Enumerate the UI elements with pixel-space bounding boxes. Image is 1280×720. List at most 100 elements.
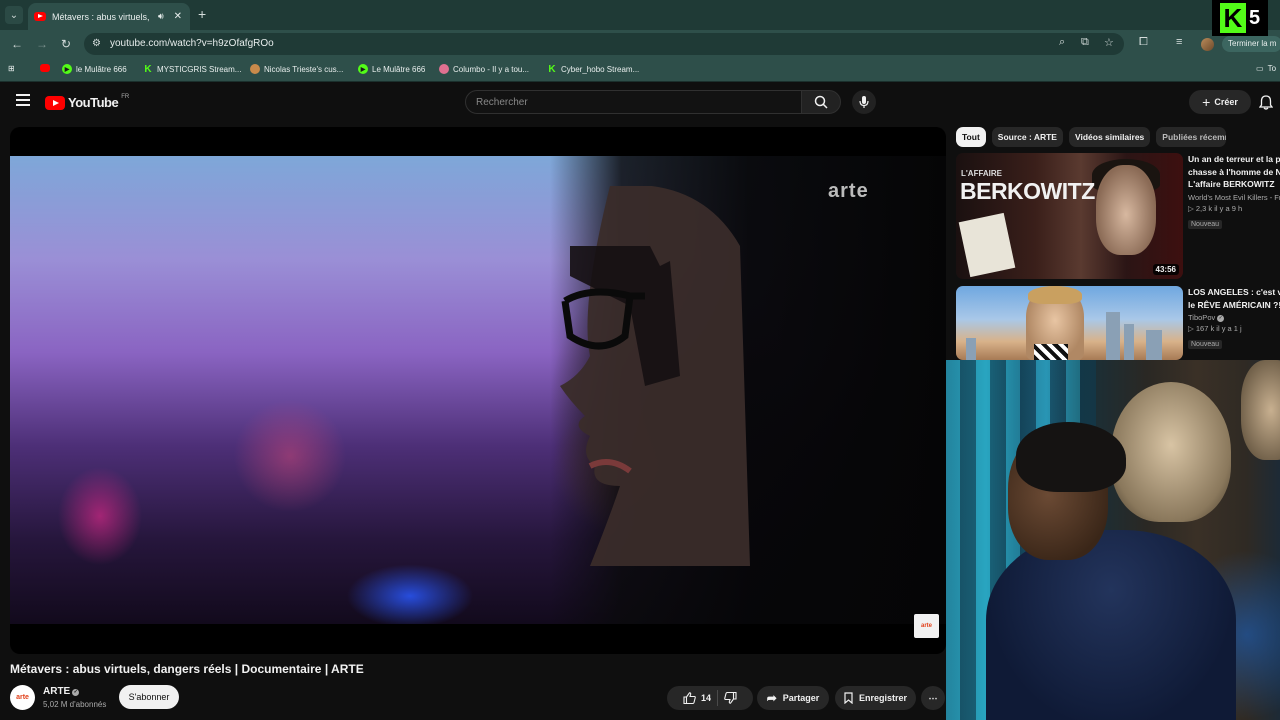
tab-search-button[interactable]: ⌄: [5, 6, 23, 24]
bookmark-mysticgris[interactable]: K MYSTICGRIS Stream...: [143, 63, 241, 75]
clapperboard-icon: [1034, 344, 1068, 360]
channel-name[interactable]: World's Most Evil Killers - Fr: [1188, 193, 1280, 202]
bookmark-site-icon: [439, 64, 449, 74]
save-button[interactable]: Enregistrer: [835, 686, 916, 710]
bookmark-star-icon[interactable]: ☆: [1104, 36, 1114, 49]
profile-action-button[interactable]: Terminer la m: [1222, 36, 1280, 52]
plus-icon: +: [1202, 94, 1211, 110]
share-arrow-icon: ➦: [766, 691, 777, 705]
video-meta: ▷ 167 k il y a 1 j: [1188, 324, 1242, 333]
video-info: LOS ANGELES : c'est vra le RÊVE AMÉRICAI…: [1188, 286, 1280, 351]
video-meta: ▷ 2,3 k il y a 9 h: [1188, 203, 1243, 213]
like-dislike-group: 14: [667, 686, 753, 710]
tab-close-button[interactable]: ✕: [174, 11, 182, 22]
kick-icon: K: [548, 63, 556, 75]
stream-overlay-badge: K 5: [1212, 0, 1268, 36]
install-app-icon[interactable]: ⧉: [1081, 36, 1089, 49]
channel-name[interactable]: TiboPov ✓: [1188, 313, 1280, 322]
new-badge: Nouveau: [1188, 219, 1223, 229]
more-options-icon[interactable]: ⋯: [921, 686, 945, 710]
back-arrow-icon[interactable]: ←: [11, 37, 23, 51]
search-button[interactable]: [801, 90, 841, 114]
bookmark-nicolas-trieste[interactable]: Nicolas Trieste's cus...: [250, 64, 343, 74]
url-omnibox[interactable]: ⚙ youtube.com/watch?v=h9zOfafgROo: [84, 33, 1124, 55]
video-title-line[interactable]: chasse à l'homme de N: [1188, 166, 1280, 179]
streamer-body: [986, 530, 1236, 720]
bookmark-icon: [844, 692, 853, 704]
browser-tab-bar: ⌄ Métavers : abus virtuels, dangers réel…: [0, 0, 1280, 30]
youtube-play-icon: [45, 95, 65, 110]
bookmark-youtube[interactable]: [40, 64, 54, 72]
chip-all[interactable]: Tout: [956, 127, 986, 147]
video-duration: 43:56: [1152, 264, 1179, 275]
arte-corner-logo: arte: [914, 614, 939, 638]
media-controls-icon[interactable]: ≡: [1176, 36, 1182, 48]
search-input[interactable]: Rechercher: [465, 90, 802, 114]
forward-arrow-icon[interactable]: →: [36, 37, 48, 51]
profile-avatar[interactable]: [1201, 38, 1214, 51]
thumbs-down-icon[interactable]: [724, 692, 737, 704]
woman-profile-image: [560, 186, 750, 566]
browser-tab-active[interactable]: Métavers : abus virtuels, dangers réels …: [28, 3, 190, 30]
play-circle-icon: ▶: [62, 64, 72, 74]
channel-avatar[interactable]: arte: [10, 685, 35, 710]
video-thumbnail[interactable]: [956, 286, 1183, 360]
search-placeholder: Rechercher: [476, 97, 528, 108]
video-title-line[interactable]: LOS ANGELES : c'est vra: [1188, 286, 1280, 299]
tab-title: Métavers : abus virtuels, dangers réels …: [52, 11, 152, 22]
thumbnail-caption: L'AFFAIRE: [961, 169, 1003, 178]
new-badge: Nouveau: [1188, 340, 1223, 349]
youtube-logo[interactable]: YouTube FR: [45, 93, 130, 110]
bookmarks-bar: ⊞ ▶ le Mulâtre 666 K MYSTICGRIS Stream... …: [0, 58, 1280, 82]
bookmark-le-mulatre-1[interactable]: ▶ le Mulâtre 666: [62, 64, 127, 74]
chip-source-arte[interactable]: Source : ARTE: [991, 127, 1063, 147]
share-button[interactable]: ➦ Partager: [757, 686, 829, 710]
site-info-icon[interactable]: ⚙: [92, 38, 101, 49]
chip-recently-published[interactable]: Publiées récemm: [1156, 127, 1227, 147]
bookmark-le-mulatre-2[interactable]: ▶ Le Mulâtre 666: [358, 64, 425, 74]
zoom-icon[interactable]: ⌕: [1059, 36, 1065, 49]
subscribe-button[interactable]: S'abonner: [119, 685, 179, 709]
bookmark-columbo[interactable]: Columbo - Il y a tou...: [439, 64, 529, 74]
video-title-line[interactable]: Un an de terreur et la pl: [1188, 153, 1280, 166]
bookmarks-folder[interactable]: ▭ To: [1256, 64, 1276, 73]
extensions-icon[interactable]: ⧠: [1139, 36, 1148, 49]
youtube-header: YouTube FR Rechercher + Créer: [0, 83, 1280, 121]
filter-chips: Tout Source : ARTE Vidéos similaires Pub…: [956, 127, 1227, 147]
microphone-icon: [859, 96, 869, 108]
bookmark-cyber-hobo[interactable]: K Cyber_hobo Stream...: [547, 63, 639, 75]
create-button[interactable]: + Créer: [1189, 90, 1251, 114]
thumbnail-headline: BERKOWITZ: [960, 178, 1095, 204]
fox-icon: [250, 64, 260, 74]
address-bar-row: ← → ↻ ⚙ youtube.com/watch?v=h9zOfafgROo …: [0, 30, 1280, 58]
like-button[interactable]: 14: [683, 692, 711, 704]
search-icon: [814, 95, 828, 109]
recommended-video[interactable]: L'AFFAIRE BERKOWITZ 43:56 Un an de terre…: [956, 153, 1280, 279]
video-title-line[interactable]: L'affaire BERKOWITZ: [1188, 178, 1280, 191]
channel-name[interactable]: ARTE ✓: [43, 686, 80, 697]
region-code: FR: [121, 93, 130, 100]
apps-grid-icon[interactable]: ⊞: [8, 64, 15, 73]
video-title: Métavers : abus virtuels, dangers réels …: [10, 662, 364, 676]
url-text[interactable]: youtube.com/watch?v=h9zOfafgROo: [110, 38, 274, 49]
video-player[interactable]: arte arte: [10, 127, 946, 654]
chip-similar-videos[interactable]: Vidéos similaires: [1068, 127, 1151, 147]
kick-icon: K: [144, 63, 152, 75]
speaker-icon[interactable]: 🔊︎: [158, 11, 164, 22]
overlay-number: 5: [1248, 6, 1261, 29]
video-thumbnail[interactable]: L'AFFAIRE BERKOWITZ 43:56: [956, 153, 1183, 279]
voice-search-button[interactable]: [852, 90, 876, 114]
video-title-line[interactable]: le RÊVE AMÉRICAIN ?!: [1188, 299, 1280, 312]
skull-painting: [1111, 382, 1231, 522]
new-tab-button[interactable]: +: [198, 6, 206, 22]
folder-icon: ▭: [1256, 64, 1264, 73]
arte-watermark: arte: [828, 180, 869, 202]
streamer-webcam: [946, 360, 1280, 720]
thumbs-up-icon: [683, 692, 696, 704]
reload-icon[interactable]: ↻: [61, 37, 71, 51]
recommended-video[interactable]: LOS ANGELES : c'est vra le RÊVE AMÉRICAI…: [956, 286, 1280, 360]
notifications-bell-icon[interactable]: [1259, 95, 1273, 110]
like-count: 14: [700, 693, 711, 703]
menu-icon[interactable]: [16, 94, 30, 106]
video-frame[interactable]: arte: [10, 156, 946, 624]
